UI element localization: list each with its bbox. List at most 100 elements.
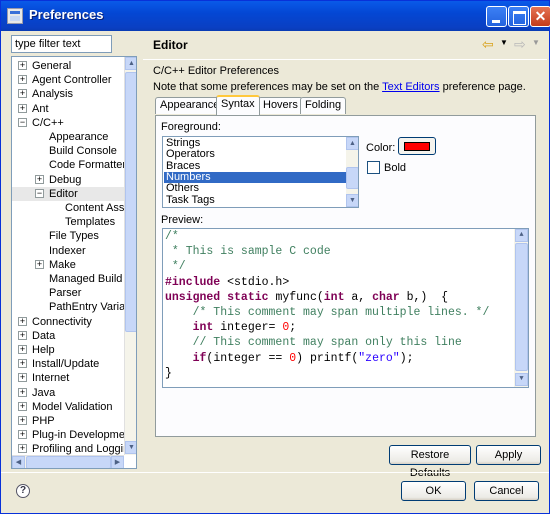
text-editors-link[interactable]: Text Editors bbox=[382, 81, 439, 93]
tree-item-label: Agent Controller bbox=[32, 74, 112, 87]
tree-item[interactable]: + Analysis bbox=[12, 87, 124, 101]
expand-icon[interactable]: + bbox=[18, 430, 27, 440]
scroll-right-button[interactable]: ▶ bbox=[111, 456, 124, 468]
tree-item-label: General bbox=[32, 60, 72, 72]
expand-icon[interactable]: + bbox=[18, 359, 27, 369]
scroll-down-button[interactable]: ▼ bbox=[125, 441, 136, 454]
expand-icon[interactable]: + bbox=[18, 373, 27, 383]
expand-icon[interactable]: + bbox=[35, 174, 44, 184]
tree-item[interactable]: + Plug-in Development bbox=[12, 428, 134, 442]
tree-item[interactable]: + Agent Controller bbox=[12, 73, 124, 87]
list-scroll-up-button[interactable]: ▲ bbox=[346, 137, 358, 150]
tree-item[interactable]: Build Console bbox=[12, 144, 124, 158]
collapse-icon[interactable]: − bbox=[35, 188, 44, 198]
tree-item-label: Code Formatter bbox=[49, 159, 127, 172]
expand-icon[interactable]: + bbox=[18, 103, 27, 113]
code-token: "zero" bbox=[358, 351, 400, 365]
filter-input[interactable] bbox=[11, 35, 112, 53]
tree-item[interactable]: + Java bbox=[12, 386, 124, 400]
tree-item[interactable]: Appearance bbox=[12, 130, 124, 144]
tree-item[interactable]: Content Assis bbox=[12, 201, 132, 215]
tree-item[interactable]: + Ant bbox=[12, 102, 124, 116]
tab-syntax[interactable]: Syntax bbox=[216, 95, 260, 115]
tree-item[interactable]: − Editor bbox=[12, 186, 124, 201]
tree-item[interactable]: Templates bbox=[12, 215, 124, 229]
tab-appearance[interactable]: Appearance bbox=[155, 97, 225, 114]
list-scrollbar[interactable]: ▲ ▼ bbox=[346, 137, 358, 207]
maximize-button[interactable] bbox=[508, 6, 529, 27]
apply-button[interactable]: Apply bbox=[476, 445, 541, 465]
preview-scrollbar[interactable]: ▲ ▼ bbox=[514, 229, 528, 387]
back-arrow-icon[interactable]: ⇦ bbox=[482, 36, 494, 53]
preference-tree[interactable]: + General + Agent Controller + Analysis + Ant − C… bbox=[11, 56, 137, 469]
list-item[interactable]: Others bbox=[164, 183, 346, 194]
horizontal-scroll-thumb[interactable] bbox=[26, 456, 111, 468]
tree-item[interactable]: + Make bbox=[12, 258, 124, 272]
tree-item[interactable]: + Install/Update bbox=[12, 357, 124, 371]
expand-icon[interactable]: + bbox=[18, 330, 27, 340]
tree-item[interactable]: + General bbox=[12, 59, 124, 73]
tree-item[interactable]: − C/C++ bbox=[12, 116, 124, 130]
expand-icon[interactable]: + bbox=[18, 61, 27, 70]
tree-item[interactable]: + Connectivity bbox=[12, 315, 124, 329]
help-icon[interactable]: ? bbox=[16, 484, 30, 498]
tree-item[interactable]: + PHP bbox=[12, 414, 124, 428]
bold-label: Bold bbox=[384, 162, 407, 174]
tree-item-label: Java bbox=[32, 386, 56, 399]
list-item[interactable]: Braces bbox=[164, 160, 346, 172]
tree-item[interactable]: Parser bbox=[12, 286, 124, 300]
minimize-button[interactable] bbox=[486, 6, 507, 27]
back-dropdown-icon[interactable]: ▼ bbox=[500, 38, 508, 47]
tree-item-label: Help bbox=[32, 344, 55, 356]
code-line: // This comment may span only this line bbox=[165, 336, 462, 350]
list-item[interactable]: Task Tags bbox=[164, 194, 346, 206]
expand-icon[interactable]: + bbox=[18, 416, 27, 425]
syntax-tab-panel: Foreground: Strings Operators Braces Number… bbox=[155, 115, 536, 437]
tree-item[interactable]: File Types bbox=[12, 229, 124, 243]
code-preview[interactable]: /* * This is sample C code */#include <s… bbox=[162, 228, 529, 388]
expand-icon[interactable]: + bbox=[35, 259, 44, 269]
tree-item[interactable]: + Debug bbox=[12, 173, 124, 187]
tree-item[interactable]: Managed Build bbox=[12, 272, 124, 286]
tree-item-label: Parser bbox=[49, 287, 82, 300]
tree-horizontal-scrollbar[interactable]: ◀ ▶ bbox=[12, 455, 124, 468]
list-scroll-down-button[interactable]: ▼ bbox=[346, 194, 358, 207]
cancel-button[interactable]: Cancel bbox=[474, 481, 539, 501]
color-picker-button[interactable] bbox=[398, 137, 436, 155]
tree-item[interactable]: Indexer bbox=[12, 244, 124, 258]
tree-item[interactable]: Code Formatter bbox=[12, 158, 127, 172]
restore-defaults-button[interactable]: Restore Defaults bbox=[389, 445, 471, 479]
tree-item[interactable]: + Internet bbox=[12, 371, 124, 385]
tree-item[interactable]: PathEntry Variabl bbox=[12, 300, 134, 314]
tab-folding[interactable]: Folding bbox=[300, 97, 347, 114]
list-item[interactable]: Operators bbox=[164, 149, 346, 160]
tree-item[interactable]: + Model Validation bbox=[12, 400, 124, 414]
scroll-thumb[interactable] bbox=[125, 72, 136, 332]
list-scroll-thumb[interactable] bbox=[346, 167, 358, 189]
close-button[interactable]: ✕ bbox=[530, 6, 550, 27]
forward-arrow-icon[interactable]: ⇨ bbox=[514, 36, 526, 53]
expand-icon[interactable]: + bbox=[18, 444, 27, 454]
collapse-icon[interactable]: − bbox=[18, 117, 27, 127]
expand-icon[interactable]: + bbox=[18, 401, 27, 411]
ok-button[interactable]: OK bbox=[401, 481, 466, 501]
expand-icon[interactable]: + bbox=[18, 89, 27, 99]
tab-hovers[interactable]: Hovers bbox=[258, 97, 303, 114]
tree-item[interactable]: + Data bbox=[12, 329, 124, 343]
expand-icon[interactable]: + bbox=[18, 316, 27, 326]
preview-scroll-thumb[interactable] bbox=[515, 243, 528, 371]
expand-icon[interactable]: + bbox=[18, 75, 27, 85]
scroll-up-button[interactable]: ▲ bbox=[125, 57, 136, 70]
tree-item-label: Install/Update bbox=[32, 358, 100, 371]
tree-item[interactable]: + Help bbox=[12, 343, 124, 357]
expand-icon[interactable]: + bbox=[18, 345, 27, 354]
title-bar[interactable]: Preferences ✕ bbox=[1, 1, 550, 31]
preview-scroll-up-button[interactable]: ▲ bbox=[515, 229, 528, 242]
forward-dropdown-icon[interactable]: ▼ bbox=[532, 38, 540, 47]
tree-vertical-scrollbar[interactable]: ▲ ▼ bbox=[124, 57, 136, 455]
scroll-left-button[interactable]: ◀ bbox=[12, 456, 25, 468]
preview-scroll-down-button[interactable]: ▼ bbox=[515, 373, 528, 386]
expand-icon[interactable]: + bbox=[18, 387, 27, 397]
bold-checkbox[interactable] bbox=[367, 161, 380, 174]
syntax-element-list[interactable]: Strings Operators Braces Numbers Others Task … bbox=[162, 136, 359, 208]
